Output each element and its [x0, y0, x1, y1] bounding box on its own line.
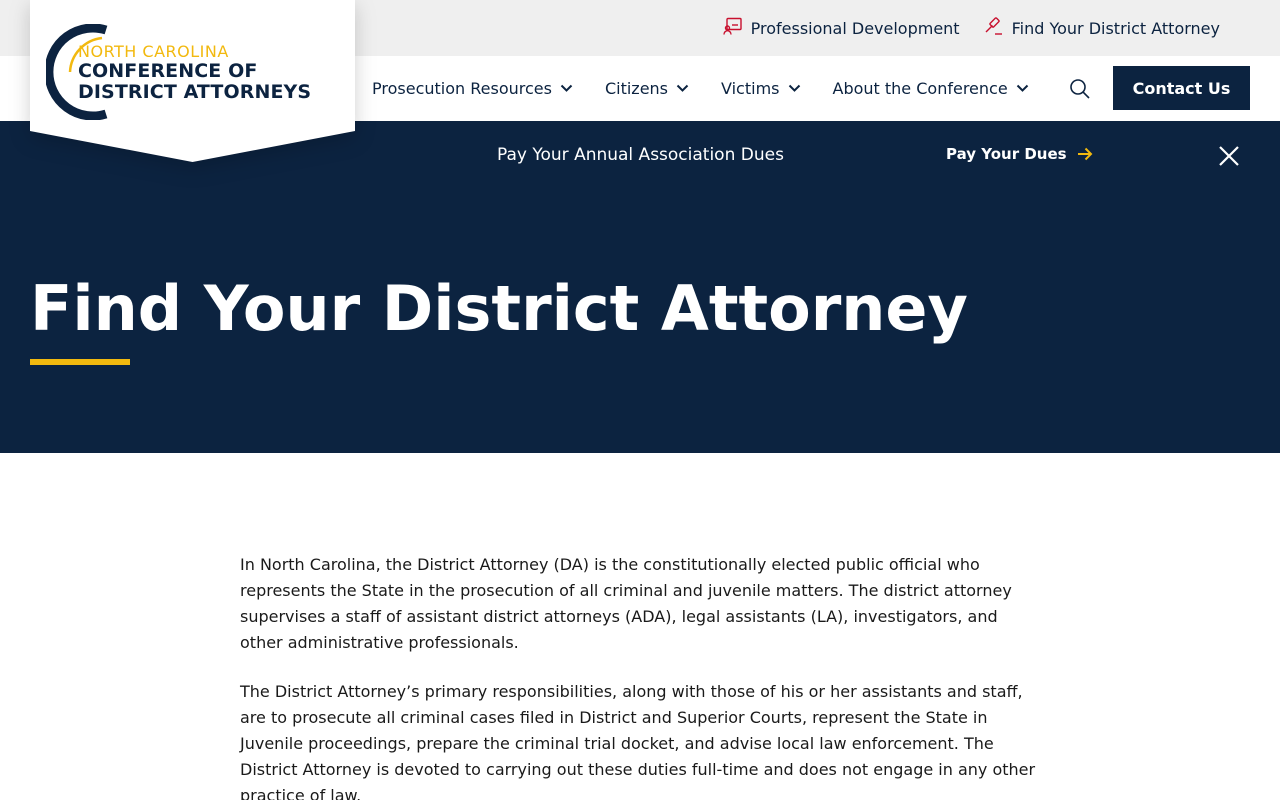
main-content: In North Carolina, the District Attorney…: [240, 552, 1040, 800]
nav-item-citizens[interactable]: Citizens: [605, 79, 689, 98]
hero-banner: Pay Your Annual Association Dues Pay You…: [0, 121, 1280, 453]
nav-item-label: About the Conference: [832, 79, 1008, 98]
contact-us-button[interactable]: Contact Us: [1113, 66, 1250, 110]
alert-message: Pay Your Annual Association Dues: [497, 145, 784, 165]
logo-state-text: NORTH CAROLINA: [78, 42, 229, 61]
presentation-icon: [722, 16, 743, 40]
close-icon[interactable]: [1218, 145, 1240, 167]
chevron-down-icon: [788, 84, 800, 92]
nav-item-prosecution-resources[interactable]: Prosecution Resources: [372, 79, 573, 98]
gavel-icon: [984, 16, 1004, 40]
find-district-attorney-link[interactable]: Find Your District Attorney: [984, 16, 1220, 40]
logo-title-line2: DISTRICT ATTORNEYS: [78, 81, 312, 103]
search-button[interactable]: [1068, 77, 1092, 101]
logo-title-line1: CONFERENCE OF: [78, 60, 258, 82]
chevron-down-icon: [1016, 84, 1028, 92]
site-logo[interactable]: NORTH CAROLINA CONFERENCE OF DISTRICT AT…: [30, 0, 355, 162]
nav-item-label: Citizens: [604, 79, 669, 98]
utility-links: Professional Development Find Your Distr…: [722, 16, 1220, 40]
nav-item-label: Victims: [721, 79, 780, 98]
find-district-attorney-label: Find Your District Attorney: [1011, 18, 1220, 38]
arrow-right-icon: [1077, 147, 1092, 161]
pay-dues-label: Pay Your Dues: [946, 145, 1067, 163]
chevron-down-icon: [676, 84, 689, 92]
professional-development-link[interactable]: Professional Development: [722, 16, 960, 40]
content-paragraph: The District Attorney’s primary responsi…: [240, 682, 1036, 800]
title-underline: [30, 359, 130, 365]
page-title: Find Your District Attorney: [30, 272, 968, 345]
professional-development-label: Professional Development: [750, 18, 960, 38]
content-paragraph: In North Carolina, the District Attorney…: [240, 555, 1012, 652]
nav-item-victims[interactable]: Victims: [721, 79, 800, 98]
nav-item-label: Prosecution Resources: [372, 79, 552, 98]
pay-dues-link[interactable]: Pay Your Dues: [946, 145, 1093, 163]
nav-item-about-the-conference[interactable]: About the Conference: [833, 79, 1029, 98]
chevron-down-icon: [560, 84, 573, 92]
search-icon: [1070, 79, 1090, 99]
nav-menu: Prosecution Resources Citizens Victims A…: [372, 56, 1061, 121]
